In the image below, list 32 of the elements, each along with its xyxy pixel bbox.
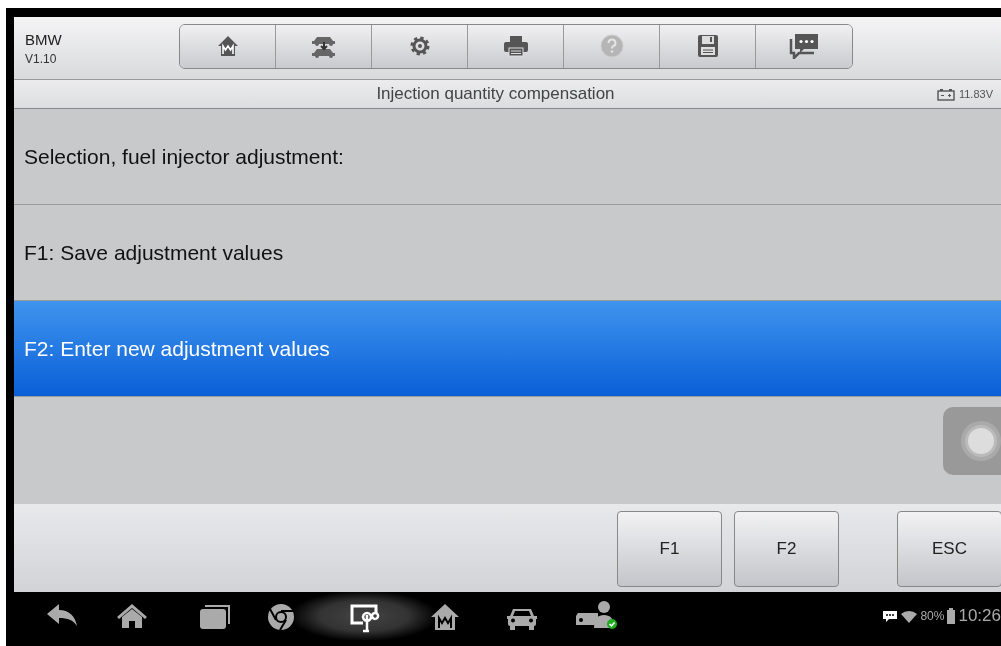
- home-m-icon[interactable]: [430, 603, 460, 631]
- car-technician-icon[interactable]: [574, 600, 620, 630]
- settings-button[interactable]: [372, 24, 468, 68]
- back-icon[interactable]: [46, 603, 78, 627]
- feedback-button[interactable]: [756, 24, 852, 68]
- vehicle-swap-button[interactable]: [276, 24, 372, 68]
- recent-apps-icon[interactable]: [199, 605, 231, 629]
- function-key-button[interactable]: F2: [734, 511, 839, 587]
- brand-name: BMW: [25, 30, 63, 48]
- help-button[interactable]: [564, 24, 660, 68]
- print-button[interactable]: [468, 24, 564, 68]
- printer-icon: [502, 35, 529, 57]
- house-icon: [216, 35, 239, 57]
- escape-button[interactable]: ESC: [897, 511, 1001, 587]
- save-button[interactable]: [660, 24, 756, 68]
- car-battery-icon: [936, 87, 955, 101]
- wifi-icon: [901, 609, 918, 623]
- chat-bubbles-icon: [788, 33, 820, 59]
- home-button[interactable]: [180, 24, 276, 68]
- battery-percent: 80%: [920, 609, 945, 623]
- help-icon: [599, 34, 624, 58]
- battery-voltage: 11.83V: [958, 88, 993, 100]
- clock: 10:26: [958, 606, 1001, 626]
- function-key-button[interactable]: F1: [617, 511, 722, 587]
- home-icon[interactable]: [116, 603, 148, 629]
- browser-icon[interactable]: [267, 603, 295, 631]
- screen-title: Injection quantity compensation: [375, 84, 616, 104]
- version-label: V1.10: [25, 51, 58, 66]
- menu-item[interactable]: F2: Enter new adjustment values: [14, 301, 1001, 397]
- message-icon: [882, 610, 899, 622]
- car-icon[interactable]: [506, 606, 538, 630]
- battery-icon: [947, 608, 956, 624]
